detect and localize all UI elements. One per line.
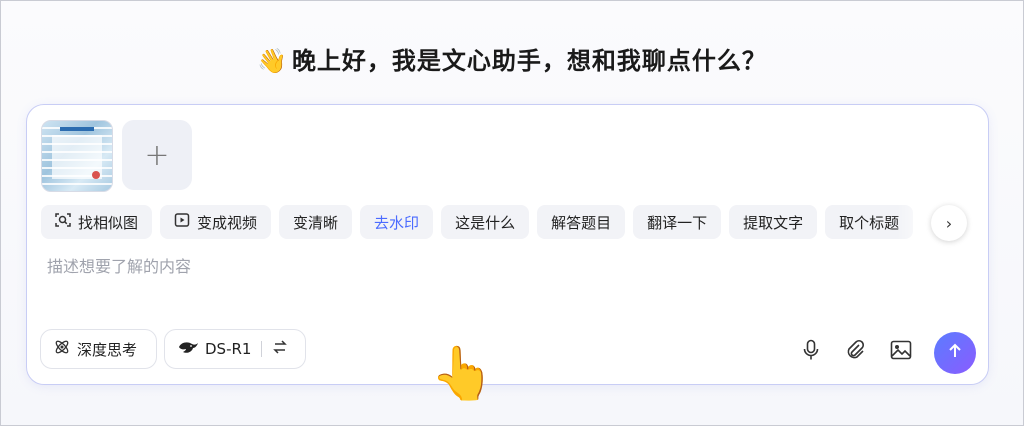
chat-input-card: + 找相似图 变成视频 变清晰 去水印 这是什么 解答题目 翻译一下 提取文字 取个标题 ›… [26,104,989,400]
divider [261,341,263,357]
deep-think-toggle[interactable]: 深度思考 [40,329,157,369]
deepseek-whale-icon [177,339,199,359]
chip-remove-watermark[interactable]: 去水印 [360,205,434,239]
image-upload-icon[interactable] [888,337,914,363]
chip-enhance[interactable]: 变清晰 [279,205,353,239]
chip-label: 取个标题 [839,213,900,232]
chip-label: 变成视频 [197,213,258,232]
chip-label: 这是什么 [455,213,516,232]
chip-label: 变清晰 [293,213,339,232]
atom-icon [53,338,71,360]
paperclip-icon[interactable] [842,337,868,363]
arrow-up-icon [946,341,964,365]
uploaded-image-thumbnail[interactable] [41,120,113,192]
model-label: DS-R1 [205,340,252,358]
chip-label: 去水印 [374,213,420,232]
add-image-button[interactable]: + [122,120,192,190]
thumbnail-mark [92,171,100,179]
chip-extract-text[interactable]: 提取文字 [729,205,818,239]
chip-find-similar[interactable]: 找相似图 [41,205,153,239]
quick-action-chips: 找相似图 变成视频 变清晰 去水印 这是什么 解答题目 翻译一下 提取文字 取个标题 [41,205,961,241]
thumbnail-heading [60,127,94,131]
chip-label: 翻译一下 [647,213,708,232]
video-icon [174,212,190,232]
waving-hand-icon: 👋 [257,47,288,75]
model-selector[interactable]: DS-R1 [164,329,306,369]
prompt-input[interactable]: 描述想要了解的内容 [47,253,191,277]
page-frame: 👋 晚上好，我是文心助手，想和我聊点什么？ + 找相似图 变成视频 变清晰 去水印 这… [0,0,1024,426]
microphone-icon[interactable] [798,337,824,363]
send-button[interactable] [934,332,976,374]
chip-translate[interactable]: 翻译一下 [633,205,722,239]
swap-icon[interactable] [272,339,288,359]
image-search-icon [55,212,71,232]
chevron-right-icon: › [945,213,953,233]
chip-to-video[interactable]: 变成视频 [160,205,272,239]
chips-scroll-right-button[interactable]: › [931,205,967,241]
chip-label: 解答题目 [551,213,612,232]
chip-label: 提取文字 [743,213,804,232]
chip-solve-problem[interactable]: 解答题目 [537,205,626,239]
plus-icon: + [144,137,170,173]
chip-label: 找相似图 [78,213,139,232]
greeting-text: 晚上好，我是文心助手，想和我聊点什么？ [291,47,767,75]
greeting-title: 👋 晚上好，我是文心助手，想和我聊点什么？ [1,41,1023,76]
chip-what-is-this[interactable]: 这是什么 [441,205,530,239]
deep-think-label: 深度思考 [77,340,138,359]
pointing-hand-cursor-icon: 👆 [430,344,495,404]
